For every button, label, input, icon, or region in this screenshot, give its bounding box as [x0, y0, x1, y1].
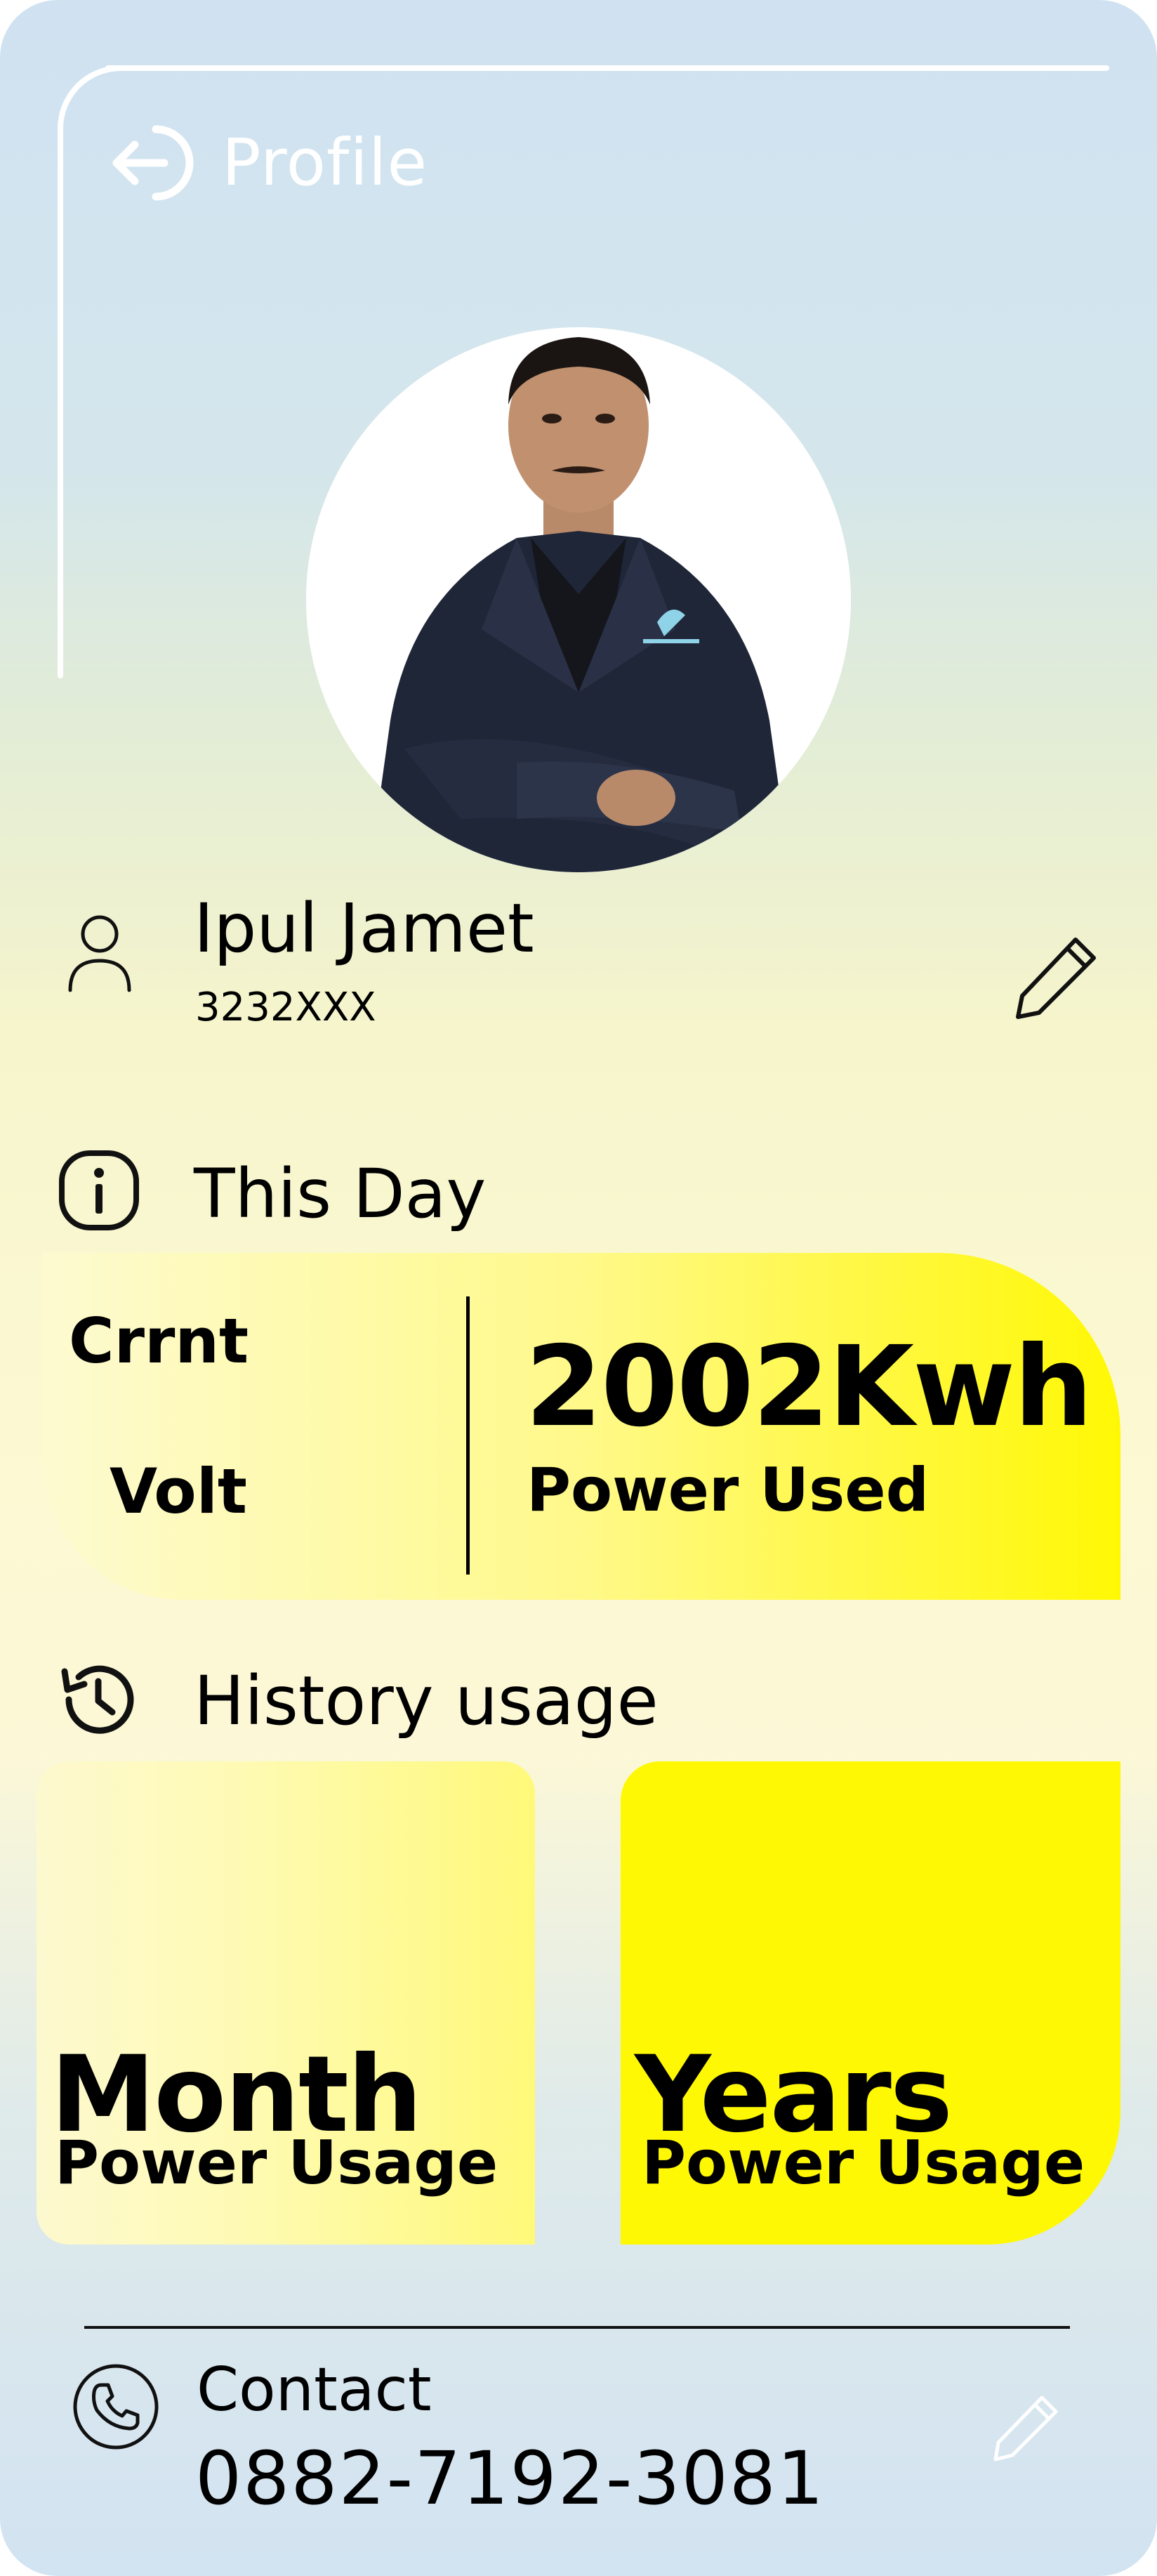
back-arrow-icon	[112, 125, 194, 201]
power-used-label: Power Used	[527, 1455, 930, 1525]
decorative-frame-line-vertical	[58, 131, 63, 678]
power-used-value: 2002Kwh	[525, 1322, 1093, 1452]
phone-icon	[73, 2364, 159, 2450]
section-title-history: History usage	[194, 1662, 659, 1740]
edit-contact-button[interactable]	[990, 2391, 1063, 2464]
pencil-icon	[1016, 938, 1096, 1019]
page-title: Profile	[222, 125, 428, 200]
contact-divider	[84, 2326, 1070, 2329]
card-divider	[466, 1296, 470, 1575]
user-name: Ipul Jamet	[194, 889, 534, 968]
edit-profile-button[interactable]	[1011, 931, 1102, 1023]
history-icon	[61, 1665, 134, 1734]
user-icon	[68, 915, 131, 992]
contact-label: Contact	[197, 2355, 432, 2425]
user-id: 3232XXX	[195, 985, 376, 1030]
info-icon	[59, 1150, 139, 1230]
pencil-icon	[993, 2396, 1058, 2462]
back-button[interactable]	[107, 119, 194, 206]
decorative-frame-line	[105, 65, 1109, 71]
avatar[interactable]	[306, 327, 851, 872]
volt-label: Volt	[110, 1455, 247, 1527]
current-label: Crrnt	[69, 1305, 249, 1377]
contact-number: 0882-7192-3081	[195, 2436, 826, 2521]
profile-screen: Profile Ipul Jamet 3232XXX This Day Crrn…	[0, 0, 1157, 2576]
section-title-this-day: This Day	[194, 1155, 487, 1233]
years-card-subtitle: Power Usage	[642, 2128, 1085, 2198]
avatar-photo	[306, 327, 851, 872]
month-card-subtitle: Power Usage	[55, 2128, 498, 2198]
